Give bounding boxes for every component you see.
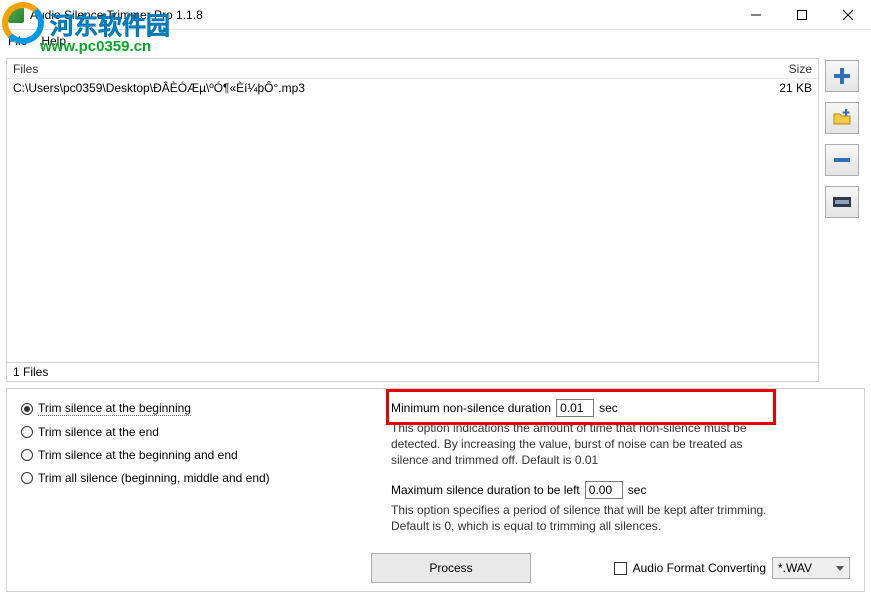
plus-icon [832,66,852,86]
format-convert-label: Audio Format Converting [633,561,766,575]
min-nonsilence-input[interactable] [556,399,594,417]
app-icon [8,7,24,23]
radio-trim-end[interactable]: Trim silence at the end [21,425,391,439]
file-count-label: 1 Files [7,362,818,381]
radio-label: Trim silence at the beginning and end [38,448,238,462]
max-silence-input[interactable] [585,481,623,499]
max-silence-desc: This option specifies a period of silenc… [391,502,781,534]
radio-label: Trim silence at the beginning [38,401,191,416]
radio-label: Trim silence at the end [38,425,159,439]
min-nonsilence-desc: This option indications the amount of ti… [391,420,781,469]
folder-plus-icon [832,108,852,128]
minimize-button[interactable] [733,0,779,30]
table-row[interactable]: C:\Users\pc0359\Desktop\ÐÂÈÓÆµ\ºÓ¶«Èí¼þÔ… [7,79,818,97]
settings-panel: Trim silence at the beginning Trim silen… [6,388,865,592]
remove-button[interactable] [825,144,859,176]
format-select[interactable]: *.WAV [772,557,850,579]
clear-button[interactable] [825,186,859,218]
process-button[interactable]: Process [371,553,531,583]
file-list[interactable]: C:\Users\pc0359\Desktop\ÐÂÈÓÆµ\ºÓ¶«Èí¼þÔ… [7,79,818,362]
radio-trim-both[interactable]: Trim silence at the beginning and end [21,448,391,462]
radio-label: Trim all silence (beginning, middle and … [38,471,270,485]
file-path-cell: C:\Users\pc0359\Desktop\ÐÂÈÓÆµ\ºÓ¶«Èí¼þÔ… [13,81,752,95]
menu-help[interactable]: Help [41,34,66,48]
max-silence-label: Maximum silence duration to be left [391,483,580,497]
unit-sec: sec [628,483,647,497]
title-bar: Audio Silence Trimmer Pro 1.1.8 [0,0,871,30]
minus-dark-icon [832,192,852,212]
col-header-size[interactable]: Size [752,62,812,76]
file-size-cell: 21 KB [752,81,812,95]
chevron-down-icon [836,566,844,571]
file-list-panel: Files Size C:\Users\pc0359\Desktop\ÐÂÈÓÆ… [6,58,819,382]
window-title: Audio Silence Trimmer Pro 1.1.8 [30,8,733,22]
menu-bar: File Help [0,30,871,52]
radio-trim-beginning[interactable]: Trim silence at the beginning [21,401,391,416]
format-convert-checkbox[interactable] [614,562,627,575]
minus-icon [832,150,852,170]
format-selected-value: *.WAV [778,561,812,575]
col-header-files[interactable]: Files [13,62,752,76]
add-file-button[interactable] [825,60,859,92]
side-buttons [825,58,865,382]
close-button[interactable] [825,0,871,30]
min-nonsilence-label: Minimum non-silence duration [391,401,551,415]
window-controls [733,0,871,29]
menu-file[interactable]: File [8,34,27,48]
maximize-button[interactable] [779,0,825,30]
unit-sec: sec [599,401,618,415]
add-folder-button[interactable] [825,102,859,134]
radio-trim-all[interactable]: Trim all silence (beginning, middle and … [21,471,391,485]
